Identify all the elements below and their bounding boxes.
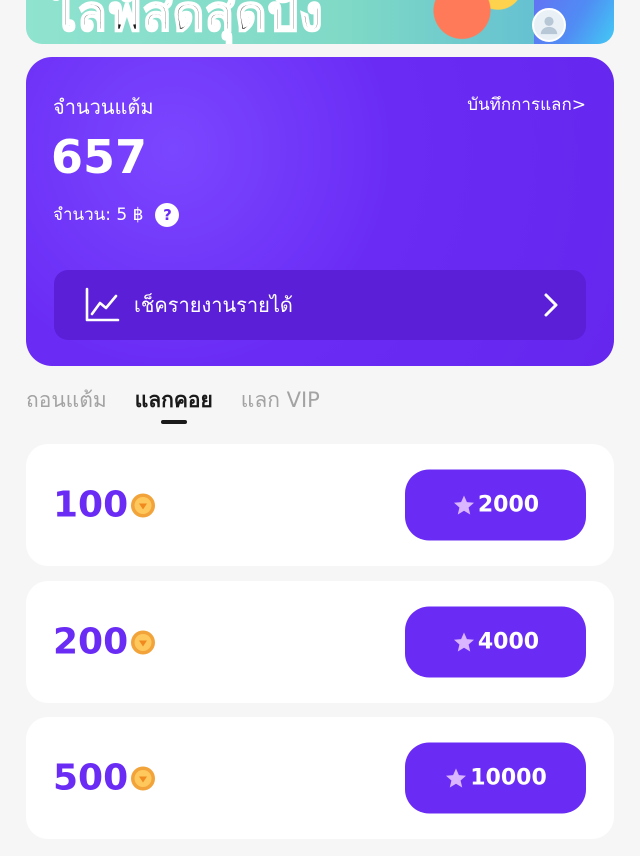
tab-exchange-coins[interactable]: แลกคอย [135, 384, 213, 417]
points-value: 657 [51, 130, 148, 184]
exchange-item: 100 2000 [26, 444, 614, 566]
redeem-price: 4000 [477, 629, 540, 655]
redeem-button[interactable]: 4000 [405, 606, 586, 678]
chart-trend-icon [85, 287, 120, 322]
chevron-right-icon [544, 293, 558, 317]
redeem-price: 2000 [477, 492, 540, 518]
coin-amount-value: 200 [53, 621, 129, 663]
income-report-label: เช็ครายงานรายได้ [134, 293, 293, 317]
user-avatar-icon[interactable] [532, 8, 566, 42]
coin-amount: 200 [53, 622, 156, 663]
star-icon [453, 495, 474, 514]
help-icon[interactable]: ? [155, 202, 180, 227]
coin-icon [131, 630, 156, 654]
exchange-history-link[interactable]: บันทึกการแลก> [467, 91, 586, 118]
tab-withdraw[interactable]: ถอนแต้ม [26, 384, 107, 417]
star-icon [446, 768, 467, 787]
coin-amount: 100 [53, 485, 156, 526]
coin-amount-value: 500 [53, 757, 129, 799]
coin-icon [131, 493, 156, 517]
tab-bar: ถอนแต้ม แลกคอย แลก VIP [26, 384, 348, 417]
banner-illustration [414, 0, 534, 44]
exchange-item: 200 4000 [26, 581, 614, 703]
points-card: จำนวนแต้ม บันทึกการแลก> 657 จำนวน: 5 ฿ ?… [26, 57, 614, 366]
amount-row: จำนวน: 5 ฿ ? [53, 201, 180, 228]
coin-amount-value: 100 [53, 484, 129, 526]
redeem-button[interactable]: 2000 [405, 469, 586, 541]
redeem-button[interactable]: 10000 [405, 742, 586, 814]
exchange-item: 500 10000 [26, 717, 614, 839]
coin-icon [131, 766, 156, 790]
banner-title: ไลฟ์สดสุดปัง [51, 0, 324, 43]
amount-text: จำนวน: 5 ฿ [53, 205, 144, 225]
redeem-price: 10000 [470, 765, 547, 791]
coin-amount: 500 [53, 758, 156, 799]
star-icon [453, 632, 474, 651]
points-label: จำนวนแต้ม [53, 95, 154, 119]
promo-banner[interactable]: ไลฟ์สดสุดปัง [26, 0, 614, 44]
income-report-button[interactable]: เช็ครายงานรายได้ [54, 270, 586, 340]
tab-exchange-vip[interactable]: แลก VIP [241, 384, 320, 417]
